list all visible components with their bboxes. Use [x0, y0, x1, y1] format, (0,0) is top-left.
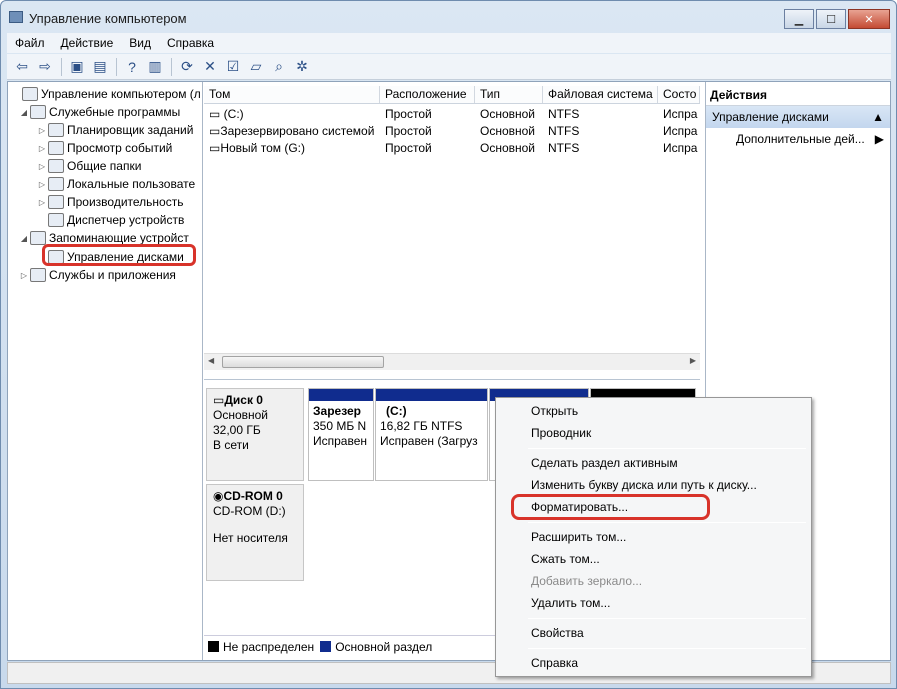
settings-icon[interactable]: ✲ [291, 56, 313, 78]
back-arrow-icon[interactable]: ⇦ [11, 56, 33, 78]
help-icon[interactable]: ? [121, 56, 143, 78]
column-type[interactable]: Тип [475, 86, 543, 103]
close-button[interactable]: ✕ [848, 9, 890, 29]
minimize-button[interactable]: ▁ [784, 9, 814, 29]
menu-view[interactable]: Вид [121, 36, 159, 50]
open-folder-icon[interactable]: ▱ [245, 56, 267, 78]
forward-arrow-icon[interactable]: ⇨ [34, 56, 56, 78]
up-folder-icon[interactable]: ▣ [66, 56, 88, 78]
device-manager-icon [48, 213, 64, 227]
drive-icon: ▭ [209, 107, 224, 121]
column-layout[interactable]: Расположение [380, 86, 475, 103]
table-row[interactable]: ▭Зарезервировано системой Простой Основн… [204, 123, 700, 140]
column-status[interactable]: Состо [658, 86, 700, 103]
menu-item-properties[interactable]: Свойства [499, 623, 807, 643]
horizontal-scrollbar[interactable]: ◀ ▶ [204, 353, 700, 370]
performance-icon [48, 195, 64, 209]
cdrom-icon: ◉ [213, 489, 224, 503]
menu-item-delete[interactable]: Удалить том... [499, 593, 807, 613]
table-row[interactable]: ▭Новый том (G:) Простой Основной NTFS Ис… [204, 140, 700, 157]
scroll-right-icon[interactable]: ▶ [690, 356, 696, 365]
tree-item-event-viewer[interactable]: ▷ Просмотр событий [36, 139, 172, 157]
table-row[interactable]: ▭ (C:) Простой Основной NTFS Испра [204, 106, 700, 123]
event-viewer-icon [48, 141, 64, 155]
title-bar: Управление компьютером ▁ ☐ ✕ [1, 1, 896, 33]
menu-action[interactable]: Действие [53, 36, 122, 50]
disk-management-highlight [42, 244, 196, 266]
storage-icon [30, 231, 46, 245]
tools-icon [30, 105, 46, 119]
show-hide-actions-icon[interactable]: ▥ [144, 56, 166, 78]
tree-item-device-manager[interactable]: Диспетчер устройств [36, 211, 184, 229]
users-icon [48, 177, 64, 191]
partition-c[interactable]: (C:) 16,82 ГБ NTFS Исправен (Загруз [375, 388, 488, 481]
maximize-button[interactable]: ☐ [816, 9, 846, 29]
toolbar: ⇦ ⇨ ▣ ▤ ? ▥ ⟳ ✕ ☑ ▱ ⌕ ✲ [7, 54, 891, 80]
scroll-left-icon[interactable]: ◀ [208, 356, 214, 365]
window-title: Управление компьютером [29, 11, 187, 26]
menu-item-change-letter[interactable]: Изменить букву диска или путь к диску... [499, 475, 807, 495]
menu-bar: Файл Действие Вид Справка [7, 33, 891, 53]
menu-item-open[interactable]: Открыть [499, 401, 807, 421]
drive-icon: ▭ [209, 124, 221, 138]
tree-item-performance[interactable]: ▷ Производительность [36, 193, 183, 211]
partition-reserved[interactable]: Зарезер 350 МБ N Исправен [308, 388, 374, 481]
navigation-tree: Управление компьютером (л ◢ Служебные пр… [8, 82, 203, 660]
computer-management-icon [9, 11, 23, 23]
refresh-icon[interactable]: ⟳ [176, 56, 198, 78]
delete-icon[interactable]: ✕ [199, 56, 221, 78]
actions-header: Действия [706, 82, 890, 106]
menu-item-mark-active[interactable]: Сделать раздел активным [499, 453, 807, 473]
column-volume[interactable]: Том [204, 86, 380, 103]
menu-help[interactable]: Справка [159, 36, 222, 50]
menu-item-extend[interactable]: Расширить том... [499, 527, 807, 547]
actions-section-disk-management[interactable]: Управление дисками ▲ [706, 106, 890, 128]
menu-file[interactable]: Файл [7, 36, 53, 50]
volume-list-header: Том Расположение Тип Файловая система Со… [204, 86, 700, 104]
tree-item-services[interactable]: ▷ Службы и приложения [18, 266, 176, 284]
show-hide-tree-icon[interactable]: ▤ [89, 56, 111, 78]
properties-icon[interactable]: ☑ [222, 56, 244, 78]
context-menu: Открыть Проводник Сделать раздел активны… [495, 397, 812, 677]
actions-more[interactable]: Дополнительные дей... ▶ [706, 128, 890, 150]
disk-icon: ▭ [213, 393, 225, 407]
menu-item-add-mirror: Добавить зеркало... [531, 574, 643, 588]
format-highlight [511, 494, 710, 520]
menu-item-shrink[interactable]: Сжать том... [499, 549, 807, 569]
clock-icon [48, 123, 64, 137]
menu-item-help[interactable]: Справка [499, 653, 807, 673]
tree-item-shared-folders[interactable]: ▷ Общие папки [36, 157, 141, 175]
chevron-right-icon: ▶ [874, 132, 884, 146]
shared-folder-icon [48, 159, 64, 173]
search-icon[interactable]: ⌕ [268, 56, 290, 78]
drive-icon: ▭ [209, 141, 221, 155]
column-filesystem[interactable]: Файловая система [543, 86, 658, 103]
computer-management-icon [22, 87, 38, 101]
tree-item-local-users[interactable]: ▷ Локальные пользовате [36, 175, 195, 193]
disk-0-label[interactable]: ▭Диск 0 Основной 32,00 ГБ В сети [206, 388, 304, 481]
menu-item-explorer[interactable]: Проводник [499, 423, 807, 443]
tree-item-system-tools[interactable]: ◢ Служебные программы [18, 103, 180, 121]
cdrom-0-label[interactable]: ◉CD-ROM 0 CD-ROM (D:) Нет носителя [206, 484, 304, 581]
scrollbar-thumb[interactable] [222, 356, 384, 368]
services-icon [30, 268, 46, 282]
tree-item-task-scheduler[interactable]: ▷ Планировщик заданий [36, 121, 193, 139]
collapse-icon[interactable]: ▲ [872, 110, 884, 124]
tree-root[interactable]: Управление компьютером (л [10, 85, 201, 103]
